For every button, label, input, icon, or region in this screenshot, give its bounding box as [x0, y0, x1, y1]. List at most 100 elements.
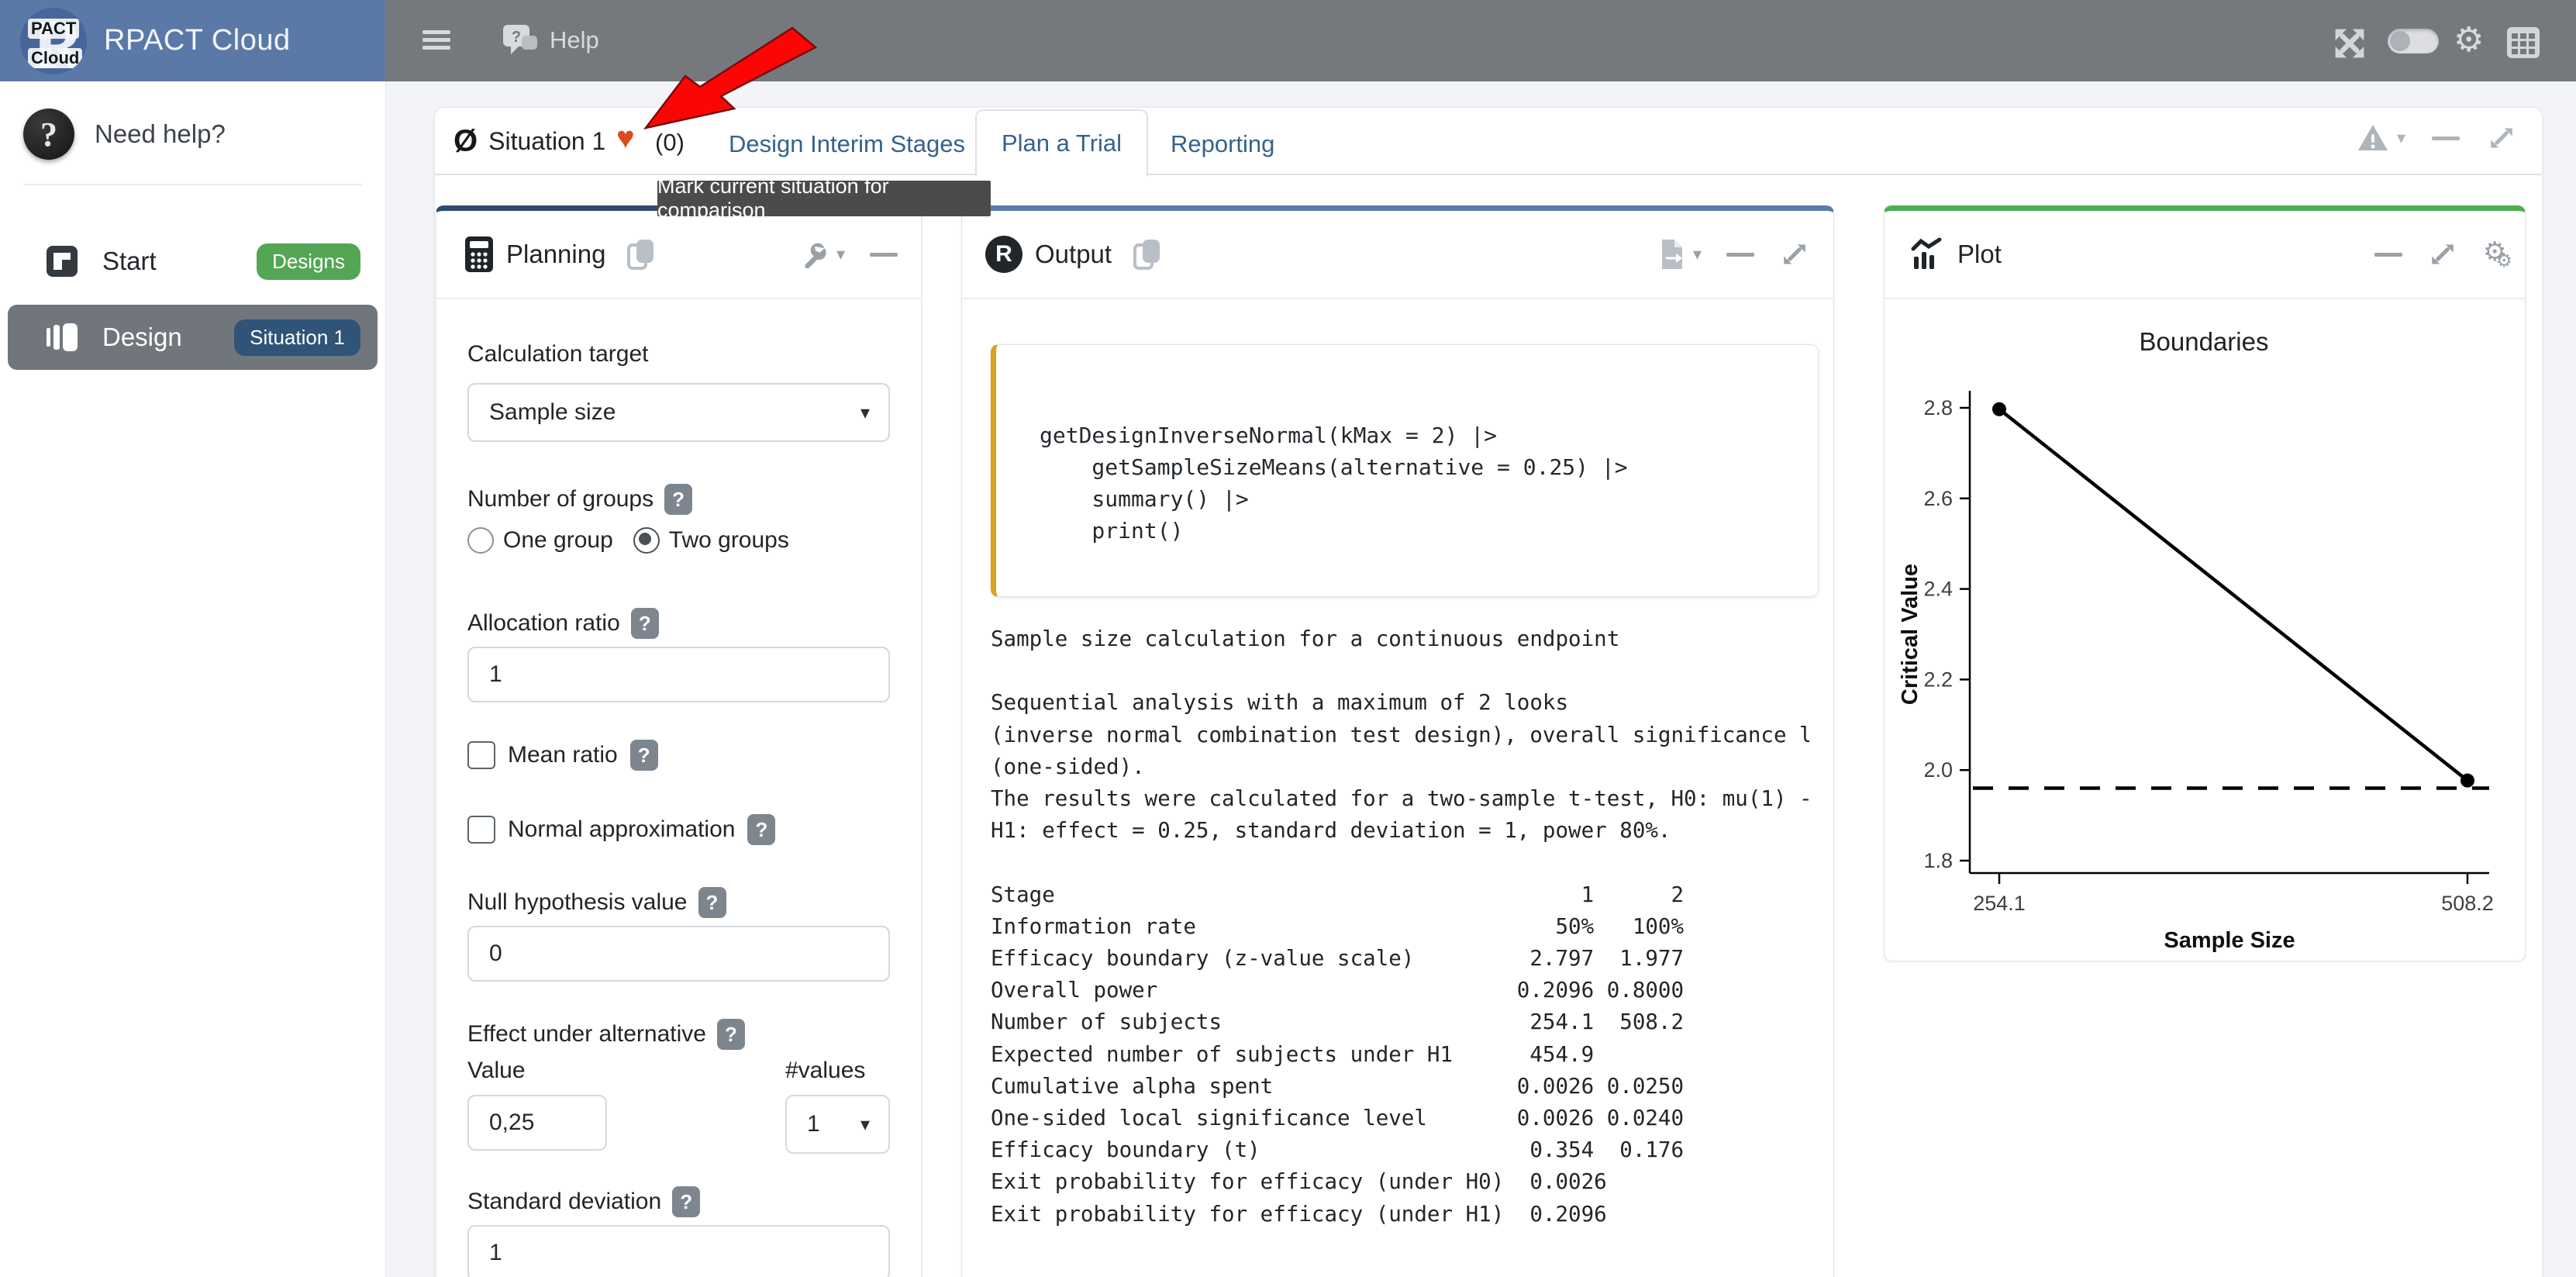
caret-down-icon: ▾ [860, 1113, 870, 1136]
caret-down-icon: ▾ [1693, 244, 1702, 264]
output-panel: R Output ▾ [961, 205, 1834, 1277]
copy-icon[interactable] [1132, 237, 1163, 271]
collapse-planning-button[interactable] [870, 253, 898, 257]
tab-design-interim-stages[interactable]: Design Interim Stages [729, 130, 965, 158]
sidebar-item-design[interactable]: Design Situation 1 [8, 305, 378, 370]
output-title: Output [1035, 240, 1112, 269]
start-flipboard-icon [45, 244, 79, 278]
sidebar-toggle-hamburger-icon[interactable] [422, 26, 450, 54]
svg-text:1.8: 1.8 [1923, 849, 1953, 872]
copy-icon[interactable] [626, 237, 657, 271]
situation-header: Ø Situation 1 [453, 124, 605, 159]
effect-value-label: Value [467, 1058, 526, 1084]
left-sidebar: ? Need help? Start Designs Design Situat… [0, 81, 386, 1277]
expand-plot-icon[interactable] [2427, 239, 2458, 270]
svg-text:2.0: 2.0 [1923, 758, 1953, 782]
sidebar-divider [23, 184, 362, 185]
svg-text:508.2: 508.2 [2441, 892, 2494, 915]
nvalues-label: #values [785, 1058, 865, 1084]
help-menu[interactable]: ? Help [500, 20, 599, 60]
expand-output-icon[interactable] [1779, 239, 1810, 270]
warnings-dropdown[interactable]: ▾ [2357, 123, 2405, 153]
export-dropdown[interactable]: ▾ [1659, 238, 1702, 271]
r-code-text: getDesignInverseNormal(kMax = 2) |> getS… [1040, 419, 1818, 547]
favorite-count[interactable]: (0) [655, 129, 685, 157]
help-label: Help [550, 26, 599, 54]
output-panel-header: R Output ▾ [962, 211, 1833, 299]
svg-text:?: ? [512, 29, 521, 46]
question-mark-icon: ? [23, 109, 74, 160]
fullscreen-arrows-icon[interactable] [2333, 27, 2366, 60]
sidebar-item-start[interactable]: Start Designs [8, 229, 378, 294]
svg-text:Sample Size: Sample Size [2164, 928, 2295, 953]
grid-table-icon[interactable] [2505, 26, 2541, 60]
r-logo-icon: R [985, 236, 1022, 273]
mean-ratio-checkbox[interactable] [467, 741, 495, 769]
settings-gear-icon[interactable]: ⚙ [2454, 23, 2484, 57]
radio-two-groups[interactable] [633, 527, 660, 554]
caret-down-icon: ▾ [2397, 128, 2405, 148]
null-hypothesis-input[interactable] [467, 926, 890, 982]
collapse-card-button[interactable] [2432, 136, 2460, 140]
svg-text:254.1: 254.1 [1973, 892, 2026, 915]
planning-panel: Planning ▾ Calculation target Sample siz… [436, 205, 922, 1277]
help-badge-icon[interactable]: ? [630, 740, 658, 771]
expand-card-icon[interactable] [2486, 123, 2517, 154]
standard-deviation-label: Standard deviation ? [467, 1186, 700, 1217]
collapse-output-button[interactable] [1726, 253, 1754, 257]
effect-value-input[interactable] [467, 1095, 607, 1151]
caret-down-icon: ▾ [836, 244, 845, 264]
planning-panel-header: Planning ▾ [436, 211, 921, 299]
sidebar-design-label: Design [102, 323, 182, 352]
plot-settings-gears-icon[interactable]: ⚙⚙ [2483, 236, 2502, 272]
dark-mode-toggle[interactable] [2388, 29, 2439, 53]
allocation-ratio-input[interactable] [467, 647, 890, 702]
nvalues-select[interactable]: 1 ▾ [785, 1095, 890, 1154]
number-of-groups-label: Number of groups ? [467, 484, 692, 515]
help-badge-icon[interactable]: ? [698, 887, 726, 918]
r-output-text: Sample size calculation for a continuous… [991, 623, 1809, 1230]
null-hypothesis-label: Null hypothesis value ? [467, 887, 726, 918]
svg-text:2.2: 2.2 [1923, 668, 1953, 691]
calculation-target-select[interactable]: Sample size ▾ [467, 383, 890, 442]
svg-text:2.6: 2.6 [1923, 487, 1953, 510]
chart-icon [1909, 236, 1945, 272]
normal-approximation-row: Normal approximation ? [467, 814, 775, 845]
help-badge-icon[interactable]: ? [747, 814, 775, 845]
brand-area[interactable]: R PACT Cloud RPACT Cloud [0, 0, 385, 81]
calculation-target-label: Calculation target [467, 341, 648, 368]
tab-plan-a-trial[interactable]: Plan a Trial [975, 109, 1148, 176]
situation-badge: Situation 1 [234, 319, 360, 356]
app-title: RPACT Cloud [104, 24, 291, 57]
help-badge-icon[interactable]: ? [664, 484, 692, 515]
collapse-plot-button[interactable] [2374, 253, 2402, 257]
wrench-icon [801, 240, 829, 268]
r-output-block: Sample size calculation for a continuous… [991, 623, 1809, 1277]
card-header-controls: ▾ [2357, 123, 2517, 154]
planning-tools-dropdown[interactable]: ▾ [801, 240, 845, 268]
sidebar-start-label: Start [102, 247, 157, 276]
normal-approximation-checkbox[interactable] [467, 816, 495, 844]
svg-text:Boundaries: Boundaries [2140, 327, 2269, 356]
caret-down-icon: ▾ [860, 402, 870, 424]
svg-text:2.8: 2.8 [1923, 396, 1953, 419]
standard-deviation-input[interactable] [467, 1225, 890, 1277]
plot-panel-header: Plot ⚙⚙ [1885, 211, 2525, 299]
help-badge-icon[interactable]: ? [631, 608, 659, 639]
favorite-heart-icon[interactable]: ♥ [616, 123, 635, 154]
help-badge-icon[interactable]: ? [717, 1019, 745, 1050]
heart-tooltip: Mark current situation for comparison [657, 181, 991, 216]
need-help-link[interactable]: ? Need help? [23, 109, 226, 160]
logo-text-1: PACT [28, 19, 79, 39]
help-badge-icon[interactable]: ? [672, 1186, 700, 1217]
radio-one-group[interactable] [467, 527, 494, 554]
top-header-bar [0, 0, 2576, 81]
number-of-groups-radios: One group Two groups [467, 527, 789, 554]
design-columns-icon [45, 320, 79, 354]
r-code-block[interactable]: getDesignInverseNormal(kMax = 2) |> getS… [991, 344, 1819, 597]
need-help-label: Need help? [95, 119, 226, 149]
tab-reporting[interactable]: Reporting [1171, 130, 1274, 158]
logo-text-2: Cloud [28, 48, 82, 68]
allocation-ratio-label: Allocation ratio ? [467, 608, 659, 639]
help-chat-icon: ? [500, 22, 540, 59]
